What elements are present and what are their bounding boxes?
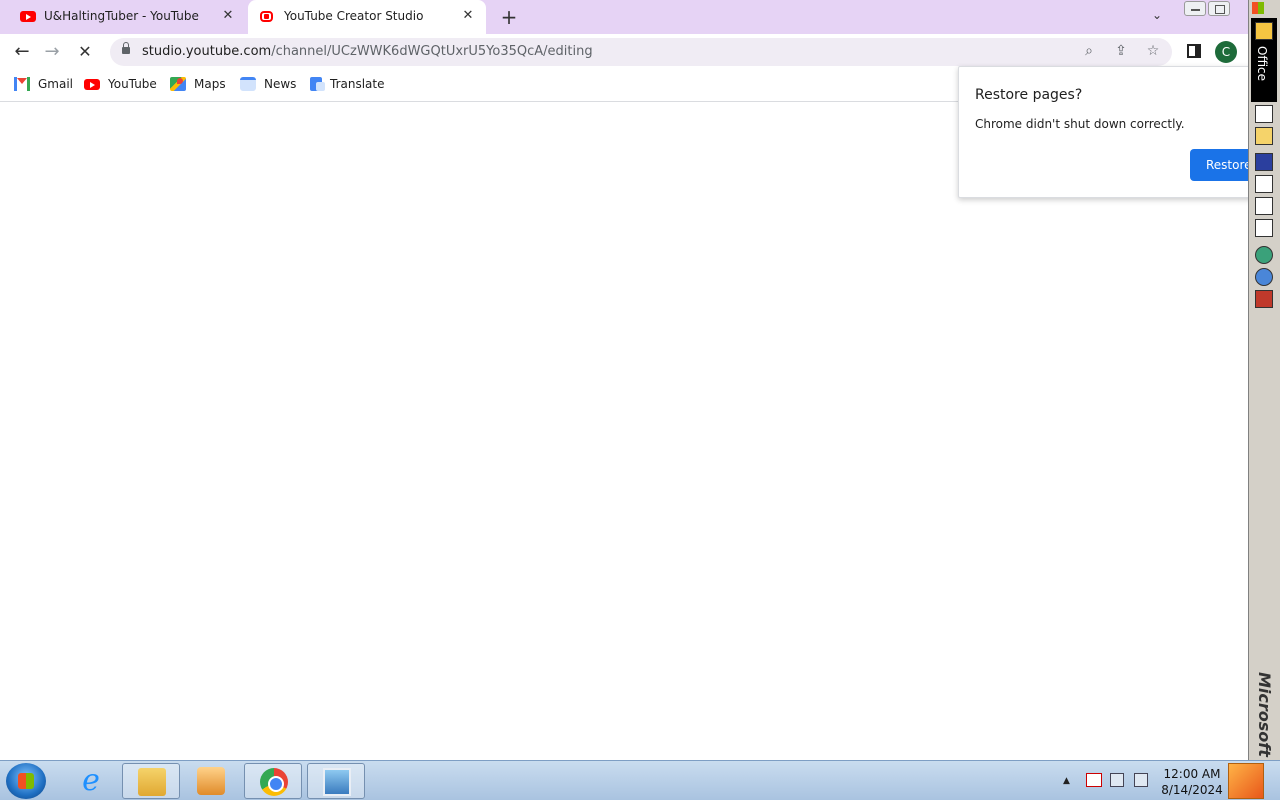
- youtube-favicon-icon: [20, 11, 36, 22]
- tray-expand-icon[interactable]: ▲: [1063, 776, 1070, 786]
- book-icon[interactable]: [1255, 290, 1273, 308]
- bookmark-label: News: [264, 77, 297, 91]
- tab-strip: U&HaltingTuber - YouTube ✕ YouTube Creat…: [0, 0, 1248, 34]
- bookmark-star-icon[interactable]: ☆: [1144, 43, 1162, 59]
- bookmark-label: Maps: [194, 77, 226, 91]
- volume-muted-icon[interactable]: [1134, 773, 1148, 787]
- bookmark-label: YouTube: [108, 77, 157, 91]
- bookmark-news[interactable]: News: [240, 77, 296, 91]
- taskbar-media-player[interactable]: [182, 763, 240, 799]
- tasks-checkbox-icon[interactable]: [1255, 197, 1273, 215]
- minimize-button[interactable]: [1184, 1, 1206, 16]
- tab-search-icon[interactable]: ⌄: [1152, 8, 1162, 22]
- restore-pages-dialog: Restore pages? Chrome didn't shut down c…: [958, 66, 1270, 198]
- start-button[interactable]: [6, 763, 46, 799]
- side-panel-icon[interactable]: [1187, 44, 1201, 58]
- share-icon[interactable]: ⇪: [1112, 43, 1130, 59]
- clock-time: 12:00 AM: [1163, 767, 1221, 781]
- action-center-flag-icon[interactable]: [1086, 773, 1102, 787]
- back-button[interactable]: ←: [10, 40, 34, 64]
- system-clock[interactable]: 12:00 AM 8/14/2024: [1160, 766, 1224, 798]
- clock-date: 8/14/2024: [1161, 783, 1223, 797]
- new-document-icon[interactable]: [1255, 105, 1273, 123]
- bookmark-maps[interactable]: Maps: [170, 77, 226, 91]
- network-icon[interactable]: [1255, 246, 1273, 264]
- forward-button[interactable]: →: [40, 40, 64, 64]
- office-shortcut-bar: Office Microsoft: [1248, 0, 1280, 760]
- new-tab-button[interactable]: +: [498, 5, 520, 29]
- bookmark-label: Translate: [330, 77, 385, 91]
- network-tray-icon[interactable]: [1110, 773, 1124, 787]
- url-text[interactable]: studio.youtube.com/channel/UCzWWK6dWGQtU…: [142, 44, 593, 59]
- dialog-title: Restore pages?: [975, 87, 1083, 103]
- user-picture-icon[interactable]: [1228, 763, 1264, 799]
- tab-creator-studio[interactable]: YouTube Creator Studio ✕: [248, 0, 486, 34]
- office-logo-icon[interactable]: [1252, 2, 1264, 14]
- taskbar: e ▲ 12:00 AM 8/14/2024: [0, 760, 1280, 800]
- news-icon: [240, 77, 256, 91]
- tab-close-icon[interactable]: ✕: [460, 8, 476, 23]
- profile-avatar[interactable]: C: [1215, 41, 1237, 63]
- tab-title: U&HaltingTuber - YouTube: [44, 9, 199, 23]
- url-path: /channel/UCzWWK6dWGQtUxrU5Yo35QcA/editin…: [271, 44, 593, 59]
- studio-favicon-icon: [260, 11, 273, 22]
- dialog-message: Chrome didn't shut down correctly.: [975, 117, 1185, 131]
- taskbar-chrome[interactable]: [244, 763, 302, 799]
- bookmark-translate[interactable]: Translate: [310, 77, 385, 91]
- bookmark-gmail[interactable]: Gmail: [14, 77, 73, 91]
- restore-window-button[interactable]: [1208, 1, 1230, 16]
- photo-viewer-icon: [323, 768, 351, 796]
- url-host: studio.youtube.com: [142, 44, 272, 59]
- lock-icon[interactable]: [122, 42, 130, 54]
- tab-youtube-channel[interactable]: U&HaltingTuber - YouTube ✕: [8, 0, 246, 34]
- page-content: [0, 103, 1248, 760]
- taskbar-photo-viewer[interactable]: [307, 763, 365, 799]
- maps-icon: [170, 77, 186, 91]
- tab-title: YouTube Creator Studio: [284, 9, 424, 23]
- window-controls: [1184, 1, 1230, 16]
- microsoft-brand-label: Microsoft: [1255, 672, 1274, 757]
- taskbar-internet-explorer[interactable]: e: [62, 763, 120, 799]
- contacts-icon[interactable]: [1255, 175, 1273, 193]
- tab-close-icon[interactable]: ✕: [220, 8, 236, 23]
- translate-icon: [310, 77, 325, 91]
- office-label: Office: [1255, 46, 1269, 82]
- chrome-icon: [260, 768, 288, 796]
- open-folder-icon[interactable]: [1255, 127, 1273, 145]
- outlook-icon[interactable]: [1255, 153, 1273, 171]
- help-globe-icon[interactable]: [1255, 268, 1273, 286]
- browser-toolbar: ← → ✕ studio.youtube.com/channel/UCzWWK6…: [0, 34, 1248, 70]
- notes-icon[interactable]: [1255, 219, 1273, 237]
- office-menu-icon[interactable]: [1255, 22, 1273, 40]
- gmail-icon: [14, 77, 30, 91]
- stop-loading-button[interactable]: ✕: [73, 40, 97, 64]
- address-bar[interactable]: studio.youtube.com/channel/UCzWWK6dWGQtU…: [110, 38, 1172, 66]
- media-player-icon: [197, 767, 225, 795]
- bookmark-label: Gmail: [38, 77, 74, 91]
- bookmark-youtube[interactable]: YouTube: [84, 77, 157, 91]
- folder-icon: [138, 768, 166, 796]
- screen: U&HaltingTuber - YouTube ✕ YouTube Creat…: [0, 0, 1280, 800]
- zoom-icon[interactable]: ⌕: [1080, 43, 1098, 59]
- taskbar-file-explorer[interactable]: [122, 763, 180, 799]
- internet-explorer-icon: e: [82, 763, 100, 798]
- youtube-icon: [84, 78, 100, 90]
